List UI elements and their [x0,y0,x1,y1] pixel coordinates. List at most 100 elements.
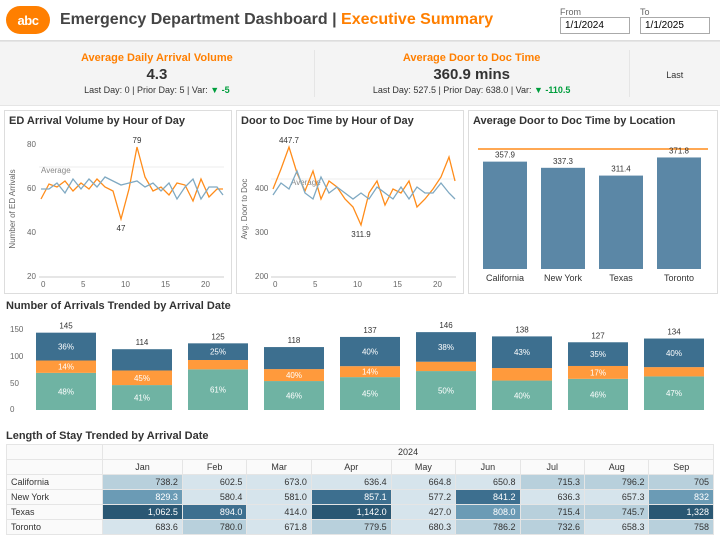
svg-text:Avg. Door to Doc: Avg. Door to Doc [241,179,249,240]
svg-text:0: 0 [273,280,278,289]
svg-text:114: 114 [136,338,149,347]
svg-text:15: 15 [393,280,402,289]
stacked-chart: 150 100 50 0 48% 14% 36% 145 41% 45% 114 61% 25% 125 4… [0,314,720,424]
svg-text:311.9: 311.9 [351,230,371,239]
svg-text:118: 118 [288,336,301,345]
svg-text:50%: 50% [438,387,454,396]
svg-text:20: 20 [27,272,36,281]
page-title: Emergency Department Dashboard | Executi… [60,11,493,29]
from-input[interactable] [560,17,630,34]
svg-text:61%: 61% [210,386,226,395]
svg-text:43%: 43% [514,348,530,357]
svg-text:371.8: 371.8 [669,146,690,155]
kpi-arrival-sub: Last Day: 0 | Prior Day: 5 | Var: ▼ -5 [8,85,306,95]
date-range: From To [560,7,710,34]
svg-text:17%: 17% [590,368,606,377]
from-field: From [560,7,630,34]
svg-text:5: 5 [81,280,86,289]
svg-text:46%: 46% [286,392,302,401]
svg-text:Toronto: Toronto [664,273,694,283]
svg-text:50: 50 [10,379,19,388]
svg-text:Texas: Texas [609,273,633,283]
chart-ed-arrival-title: ED Arrival Volume by Hour of Day [9,115,227,127]
kpi-door-value: 360.9 mins [323,66,621,83]
svg-text:14%: 14% [362,368,378,377]
title-main: Emergency Department Dashboard [60,11,328,28]
logo: abc [6,6,50,34]
svg-text:10: 10 [121,280,130,289]
chart-door-doc-svg: Avg. Door to Doc 400300200 Average 447.7… [241,129,459,289]
svg-text:80: 80 [27,140,36,149]
svg-text:46%: 46% [590,390,606,399]
svg-text:36%: 36% [58,343,74,352]
svg-text:40%: 40% [362,348,378,357]
svg-text:5: 5 [313,280,318,289]
chart-ed-arrival-svg: Number of ED Arrivals 80604020 Average 7… [9,129,227,289]
title-sep: | [328,11,341,28]
svg-text:125: 125 [211,332,225,341]
chart-row-top: ED Arrival Volume by Hour of Day Number … [0,106,720,294]
svg-text:127: 127 [591,331,605,340]
svg-text:150: 150 [10,325,24,334]
svg-text:45%: 45% [134,374,150,383]
los-table: 2024JanFebMarAprMayJunJulAugSepCaliforni… [6,444,714,535]
chart-door-doc-title: Door to Doc Time by Hour of Day [241,115,459,127]
svg-text:40%: 40% [666,349,682,358]
svg-text:38%: 38% [438,343,454,352]
kpi-door-sub: Last Day: 527.5 | Prior Day: 638.0 | Var… [323,85,621,95]
svg-text:Average: Average [41,166,71,175]
chart-loc-bar-title: Average Door to Doc Time by Location [473,115,713,127]
stacked-title: Number of Arrivals Trended by Arrival Da… [0,294,720,314]
svg-text:20: 20 [433,280,442,289]
from-label: From [560,7,630,17]
svg-text:146: 146 [439,321,453,330]
to-label: To [640,7,710,17]
svg-text:447.7: 447.7 [279,136,300,145]
chart-loc-bar-svg: 357.9California337.3New York311.4Texas37… [473,129,713,289]
svg-text:40%: 40% [286,371,302,380]
svg-text:0: 0 [41,280,46,289]
svg-text:138: 138 [515,325,529,334]
svg-text:Number of ED Arrivals: Number of ED Arrivals [9,169,17,248]
svg-text:40: 40 [27,228,36,237]
kpi-arrival-title: Average Daily Arrival Volume [8,52,306,64]
svg-text:137: 137 [363,326,377,335]
los-title: Length of Stay Trended by Arrival Date [0,424,720,444]
svg-text:35%: 35% [590,350,606,359]
svg-text:300: 300 [255,228,269,237]
kpi-door-title: Average Door to Doc Time [323,52,621,64]
chart-door-doc: Door to Doc Time by Hour of Day Avg. Doo… [236,110,464,294]
svg-text:0: 0 [10,405,15,414]
svg-text:45%: 45% [362,390,378,399]
title-sub: Executive Summary [341,11,493,28]
svg-text:145: 145 [59,322,73,331]
svg-text:41%: 41% [134,394,150,403]
svg-text:California: California [486,273,524,283]
kpi-row: Average Daily Arrival Volume 4.3 Last Da… [0,41,720,106]
svg-text:337.3: 337.3 [553,157,574,166]
kpi-last-sub: Last [638,70,712,80]
svg-text:New York: New York [544,273,583,283]
svg-text:400: 400 [255,184,269,193]
to-input[interactable] [640,17,710,34]
chart-ed-arrival: ED Arrival Volume by Hour of Day Number … [4,110,232,294]
kpi-arrival-value: 4.3 [8,66,306,83]
svg-text:20: 20 [201,280,210,289]
kpi-last: Last [630,50,720,97]
svg-text:10: 10 [353,280,362,289]
kpi-arrival: Average Daily Arrival Volume 4.3 Last Da… [0,50,315,97]
header: abc Emergency Department Dashboard | Exe… [0,0,720,41]
svg-text:25%: 25% [210,348,226,357]
svg-text:311.4: 311.4 [611,165,631,174]
svg-text:40%: 40% [514,391,530,400]
los-table-wrap: 2024JanFebMarAprMayJunJulAugSepCaliforni… [0,444,720,535]
svg-text:200: 200 [255,272,269,281]
kpi-door: Average Door to Doc Time 360.9 mins Last… [315,50,630,97]
svg-text:100: 100 [10,352,24,361]
svg-text:47%: 47% [666,389,682,398]
svg-text:14%: 14% [58,363,74,372]
svg-text:79: 79 [133,136,142,145]
to-field: To [640,7,710,34]
svg-text:48%: 48% [58,387,74,396]
svg-text:15: 15 [161,280,170,289]
